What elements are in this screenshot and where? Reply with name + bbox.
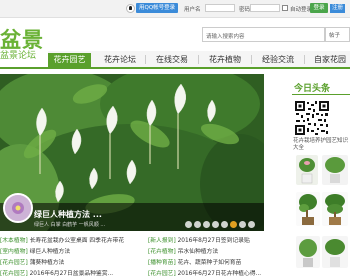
slider-dot[interactable] bbox=[212, 221, 219, 228]
qq-login-label: 用QQ帐号登录 bbox=[136, 3, 179, 13]
search-input[interactable]: 请输入搜索内容 bbox=[202, 27, 325, 42]
news-title[interactable]: 2016年6月27日盆景品种鉴赏... bbox=[30, 271, 114, 277]
news-category[interactable]: [花卉园艺] bbox=[0, 260, 28, 266]
news-row[interactable]: [播种育苗] 花卉、蔬菜种子如何育苗 bbox=[148, 259, 290, 268]
slider-pagination bbox=[185, 221, 255, 228]
news-category[interactable]: [花卉园艺] bbox=[0, 271, 28, 277]
slider-caption[interactable]: 绿巨人种植方法 ... bbox=[34, 209, 102, 220]
password-label: 密码 bbox=[239, 7, 251, 13]
nav-underline bbox=[0, 67, 350, 69]
auto-login-checkbox[interactable] bbox=[282, 5, 288, 11]
slider-tags: 绿巨人 白掌 白鹤芋 一帆风顺 ... bbox=[34, 222, 106, 228]
news-row[interactable]: [花卉园艺] 2016年6月27日花卉种植心得... bbox=[148, 270, 290, 279]
news-title[interactable]: 绿巨人种植方法 bbox=[30, 249, 71, 255]
news-title[interactable]: 2016年8月27日签到记录贴 bbox=[178, 238, 250, 244]
search-placeholder: 请输入搜索内容 bbox=[206, 34, 245, 40]
news-category[interactable]: [室内植物] bbox=[0, 249, 28, 255]
news-row[interactable]: [花卉植物] 吊水仙种植方法 bbox=[148, 248, 290, 257]
slider-dot[interactable] bbox=[248, 221, 255, 228]
news-category[interactable]: [新人报到] bbox=[148, 238, 176, 244]
news-category[interactable]: [木本植物] bbox=[0, 238, 28, 244]
news-title[interactable]: 2016年6月27日花卉种植心得... bbox=[178, 271, 262, 277]
qq-penguin-icon bbox=[126, 3, 135, 13]
plant-thumbnail[interactable] bbox=[322, 155, 348, 185]
password-input[interactable] bbox=[250, 4, 280, 12]
slider-dot[interactable] bbox=[221, 221, 228, 228]
slider-thumbnail[interactable] bbox=[3, 193, 33, 223]
news-category[interactable]: [花卉园艺] bbox=[148, 271, 176, 277]
nav-item-experience[interactable]: 经验交流 bbox=[254, 53, 302, 67]
flower-thumbnail-icon bbox=[5, 195, 31, 221]
news-row[interactable]: [新人报到] 2016年8月27日签到记录贴 bbox=[148, 237, 290, 246]
news-category[interactable]: [播种育苗] bbox=[148, 260, 176, 266]
qr-code-icon bbox=[294, 100, 330, 136]
qq-login-button[interactable]: 用QQ帐号登录 bbox=[126, 3, 179, 13]
main-nav: 花卉园艺 花卉论坛 在线交易 花卉植物 经验交流 自家花园 bbox=[48, 51, 350, 67]
nav-item-plants[interactable]: 花卉植物 bbox=[201, 53, 249, 67]
nav-item-garden[interactable]: 花卉园艺 bbox=[48, 53, 91, 67]
username-label: 用户名 bbox=[184, 7, 201, 13]
nav-divider bbox=[251, 55, 252, 64]
nav-item-home-garden[interactable]: 自家花园 bbox=[306, 53, 350, 67]
search-scope-value: 帖子 bbox=[329, 33, 341, 39]
sidebar-text: 花卉栽培养护园艺知识大全 bbox=[293, 138, 349, 151]
slider-dot[interactable] bbox=[203, 221, 210, 228]
username-input[interactable] bbox=[205, 4, 235, 12]
sidebar-title: 今日头条 bbox=[294, 84, 331, 94]
plant-thumbnail[interactable] bbox=[296, 155, 318, 185]
plant-thumbnail[interactable] bbox=[322, 236, 348, 268]
slider-dot[interactable] bbox=[185, 221, 192, 228]
register-link[interactable]: 注册 bbox=[330, 4, 346, 13]
sidebar-title-underline bbox=[292, 94, 350, 95]
plant-thumbnail[interactable] bbox=[296, 192, 320, 226]
site-logo-subtitle: 盆景论坛 bbox=[0, 51, 37, 61]
news-title[interactable]: 长寿花盆栽办公室桌面 四季花卉带花 bbox=[30, 238, 125, 244]
nav-item-forum[interactable]: 花卉论坛 bbox=[96, 53, 144, 67]
nav-item-trade[interactable]: 在线交易 bbox=[148, 53, 196, 67]
nav-divider bbox=[304, 55, 305, 64]
news-category[interactable]: [花卉植物] bbox=[148, 249, 176, 255]
news-title[interactable]: 花卉、蔬菜种子如何育苗 bbox=[178, 260, 242, 266]
slider-dot-active[interactable] bbox=[230, 221, 237, 228]
plant-thumbnail[interactable] bbox=[296, 236, 320, 268]
login-button[interactable]: 登录 bbox=[310, 3, 328, 13]
nav-divider bbox=[198, 55, 199, 64]
slider-dot[interactable] bbox=[194, 221, 201, 228]
news-title[interactable]: 蒲葵种植方法 bbox=[30, 260, 65, 266]
top-login-bar: 用QQ帐号登录 用户名 密码 自动登录 登录 注册 bbox=[0, 0, 350, 18]
news-title[interactable]: 吊水仙种植方法 bbox=[178, 249, 219, 255]
slider-dot[interactable] bbox=[239, 221, 246, 228]
plant-thumbnail[interactable] bbox=[322, 192, 348, 226]
auto-login-label: 自动登录 bbox=[290, 7, 313, 13]
search-scope-select[interactable]: 帖子 bbox=[325, 27, 350, 42]
nav-divider bbox=[145, 55, 146, 64]
